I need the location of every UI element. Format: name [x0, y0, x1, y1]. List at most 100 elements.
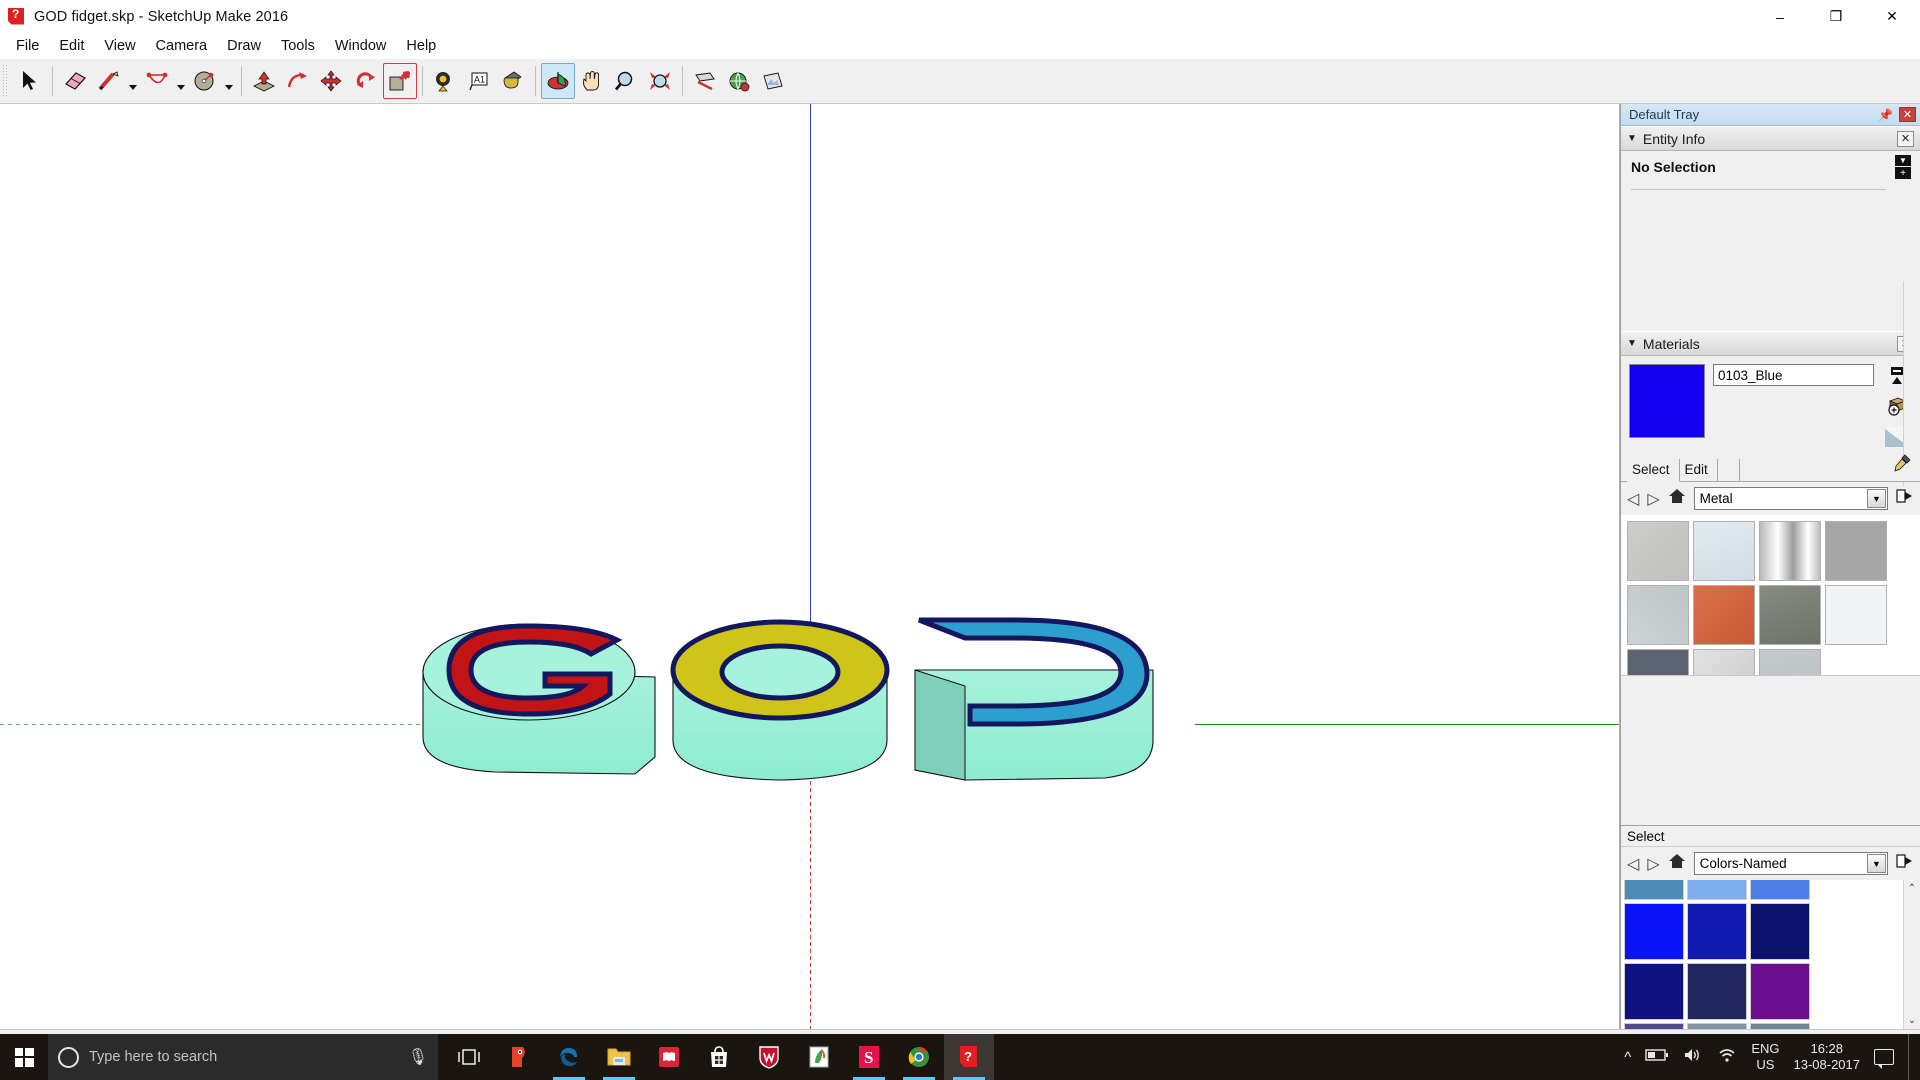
chevron-up-icon[interactable]: ^	[1624, 1049, 1631, 1066]
line-tool-dropdown[interactable]	[126, 63, 140, 99]
back-arrow-icon[interactable]: ◁	[1627, 489, 1639, 509]
paint-bucket-tool[interactable]	[496, 63, 530, 99]
start-button[interactable]	[0, 1034, 48, 1080]
forward-arrow-icon[interactable]: ▷	[1647, 854, 1659, 874]
menu-view[interactable]: View	[94, 35, 145, 57]
material-swatch[interactable]	[1693, 521, 1755, 581]
show-desktop-button[interactable]	[1908, 1034, 1914, 1080]
s-app[interactable]: S	[844, 1034, 894, 1080]
task-view-button[interactable]	[444, 1034, 494, 1080]
materials-header[interactable]: ▼ Materials ✕	[1621, 331, 1920, 356]
material-library-select[interactable]: Metal	[1693, 487, 1888, 510]
move-tool[interactable]	[315, 63, 349, 99]
material-swatch[interactable]	[1825, 521, 1887, 581]
current-material-swatch[interactable]	[1629, 364, 1705, 438]
toolbar-grip[interactable]	[2, 64, 9, 98]
close-button[interactable]: ✕	[1864, 0, 1920, 33]
edge-app[interactable]	[544, 1034, 594, 1080]
color-swatch[interactable]	[1687, 903, 1747, 960]
color-swatch[interactable]	[1750, 880, 1810, 900]
followme-tool[interactable]	[281, 63, 315, 99]
battery-icon[interactable]	[1645, 1048, 1669, 1066]
firefox-app[interactable]	[494, 1034, 544, 1080]
maximize-button[interactable]: ❐	[1808, 0, 1864, 33]
color-swatch[interactable]	[1687, 963, 1747, 1020]
chevron-down-icon[interactable]: ▼	[1867, 489, 1886, 508]
entity-info-header[interactable]: ▼ Entity Info ✕	[1621, 126, 1920, 151]
color-swatch[interactable]	[1750, 1023, 1810, 1029]
eyedropper-icon[interactable]	[1892, 453, 1912, 478]
minimize-button[interactable]: –	[1752, 0, 1808, 33]
menu-window[interactable]: Window	[325, 35, 397, 57]
menu-edit[interactable]: Edit	[49, 35, 94, 57]
add-location-tool[interactable]	[722, 63, 756, 99]
details-icon[interactable]	[1896, 853, 1914, 874]
select-tool[interactable]	[13, 63, 47, 99]
text-tool[interactable]: A1	[462, 63, 496, 99]
eraser-tool[interactable]	[58, 63, 92, 99]
chrome-app[interactable]	[894, 1034, 944, 1080]
details-icon[interactable]	[1896, 488, 1914, 509]
color-swatch[interactable]	[1687, 880, 1747, 900]
wifi-icon[interactable]	[1717, 1047, 1737, 1067]
tab-edit[interactable]: Edit	[1680, 459, 1718, 481]
zoom-tool[interactable]	[609, 63, 643, 99]
material-swatch[interactable]	[1627, 521, 1689, 581]
clock[interactable]: 16:28 13-08-2017	[1794, 1041, 1861, 1074]
color-swatch[interactable]	[1687, 1023, 1747, 1029]
section-plane-tool[interactable]	[688, 63, 722, 99]
orbit-tool[interactable]	[541, 63, 575, 99]
scroll-up-icon[interactable]: ⌃	[1908, 880, 1916, 897]
mcafee-app[interactable]	[744, 1034, 794, 1080]
menu-help[interactable]: Help	[396, 35, 446, 57]
god-fidget-model[interactable]	[405, 582, 1205, 807]
sketchup-app[interactable]: ?	[944, 1034, 994, 1080]
zoom-extents-tool[interactable]	[643, 63, 677, 99]
menu-file[interactable]: File	[6, 35, 49, 57]
cortana-circle-icon[interactable]	[58, 1046, 79, 1068]
entity-info-close-button[interactable]: ✕	[1897, 130, 1914, 147]
material-name-input[interactable]	[1713, 364, 1874, 386]
arc-tool-dropdown[interactable]	[174, 63, 188, 99]
menu-tools[interactable]: Tools	[271, 35, 325, 57]
model-viewport[interactable]	[0, 104, 1620, 1029]
chevron-down-icon[interactable]: ▼	[1867, 854, 1886, 873]
colors-library-select[interactable]: Colors-Named	[1693, 852, 1888, 875]
color-swatch[interactable]	[1624, 880, 1684, 900]
tab-select[interactable]: Select	[1627, 459, 1680, 482]
color-swatch[interactable]	[1750, 963, 1810, 1020]
pushpull-tool[interactable]	[247, 63, 281, 99]
menu-draw[interactable]: Draw	[217, 35, 271, 57]
scroll-down-icon[interactable]: ⌄	[1908, 1012, 1916, 1029]
forward-arrow-icon[interactable]: ▷	[1647, 489, 1659, 509]
speaker-icon[interactable]	[1683, 1047, 1703, 1067]
material-swatch[interactable]	[1693, 585, 1755, 645]
photo-textures-tool[interactable]	[756, 63, 790, 99]
back-arrow-icon[interactable]: ◁	[1627, 854, 1639, 874]
material-swatch[interactable]	[1825, 585, 1887, 645]
reader-app[interactable]	[644, 1034, 694, 1080]
home-icon[interactable]	[1668, 853, 1686, 874]
line-tool[interactable]	[92, 63, 126, 99]
color-swatch[interactable]	[1624, 1023, 1684, 1029]
entity-expand-button[interactable]: ▼ +	[1894, 155, 1912, 179]
tray-close-button[interactable]: ✕	[1899, 107, 1916, 122]
material-swatch[interactable]	[1759, 521, 1821, 581]
pan-tool[interactable]	[575, 63, 609, 99]
pin-icon[interactable]: 📌	[1878, 108, 1893, 122]
scale-tool[interactable]	[383, 63, 417, 99]
notification-icon[interactable]	[1874, 1049, 1894, 1069]
menu-camera[interactable]: Camera	[146, 35, 218, 57]
language-indicator[interactable]: ENG US	[1751, 1041, 1779, 1074]
circle-tool[interactable]	[188, 63, 222, 99]
paint-app[interactable]	[794, 1034, 844, 1080]
color-swatch[interactable]	[1624, 963, 1684, 1020]
taskbar-search[interactable]: Type here to search 🎙	[48, 1034, 438, 1080]
tape-measure-tool[interactable]	[428, 63, 462, 99]
circle-tool-dropdown[interactable]	[222, 63, 236, 99]
material-swatch[interactable]	[1759, 585, 1821, 645]
color-swatch[interactable]	[1624, 903, 1684, 960]
store-app[interactable]	[694, 1034, 744, 1080]
material-swatch[interactable]	[1627, 585, 1689, 645]
rotate-tool[interactable]	[349, 63, 383, 99]
